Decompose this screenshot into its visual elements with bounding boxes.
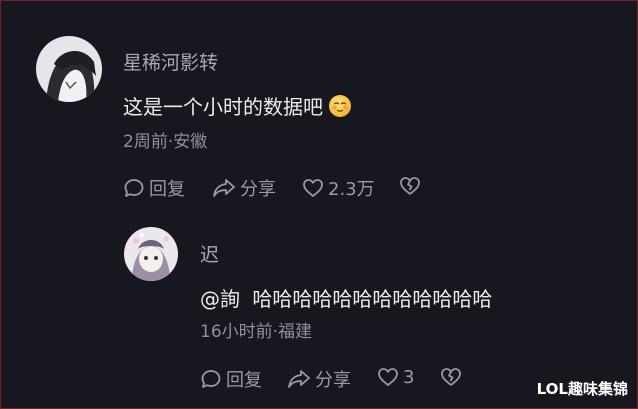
like-count: 2.3万	[328, 179, 375, 200]
like-button[interactable]: 2.3万	[302, 175, 375, 201]
dislike-button[interactable]	[440, 366, 462, 388]
watermark: LOL趣味集锦	[536, 380, 628, 398]
comment-text: 这是一个小时的数据吧	[123, 91, 351, 120]
share-button[interactable]: 分享	[287, 366, 351, 392]
dislike-button[interactable]	[399, 175, 421, 197]
comment-text-body: 这是一个小时的数据吧	[123, 95, 323, 119]
share-label: 分享	[315, 370, 351, 391]
avatar[interactable]	[124, 227, 178, 281]
share-arrow-icon	[288, 370, 310, 388]
reply-bubble-icon	[201, 370, 221, 388]
like-count: 3	[403, 366, 415, 388]
mention-link[interactable]: @詢	[200, 287, 240, 311]
broken-heart-icon	[441, 368, 461, 386]
reply-button[interactable]: 回复	[123, 175, 185, 201]
comment-text: @詢 哈哈哈哈哈哈哈哈哈哈哈哈	[200, 283, 492, 312]
like-button[interactable]: 3	[377, 366, 414, 388]
comment-meta: 16小时前·福建	[200, 322, 313, 342]
broken-heart-icon	[400, 177, 420, 195]
heart-icon	[378, 368, 398, 386]
comment-author[interactable]: 迟	[200, 240, 219, 267]
reply-bubble-icon	[124, 179, 144, 197]
heart-icon	[303, 179, 323, 197]
embarrassed-smile-emoji-icon	[329, 95, 351, 117]
share-button[interactable]: 分享	[212, 175, 276, 201]
reply-button[interactable]: 回复	[200, 366, 262, 392]
comment-text-body: 哈哈哈哈哈哈哈哈哈哈哈哈	[252, 287, 493, 311]
reply-label: 回复	[226, 370, 262, 391]
comment-author[interactable]: 星稀河影转	[123, 48, 218, 75]
reply-label: 回复	[149, 179, 185, 200]
avatar[interactable]	[36, 36, 102, 102]
comment-meta: 2周前·安徽	[123, 132, 208, 152]
share-label: 分享	[240, 179, 276, 200]
share-arrow-icon	[213, 179, 235, 197]
